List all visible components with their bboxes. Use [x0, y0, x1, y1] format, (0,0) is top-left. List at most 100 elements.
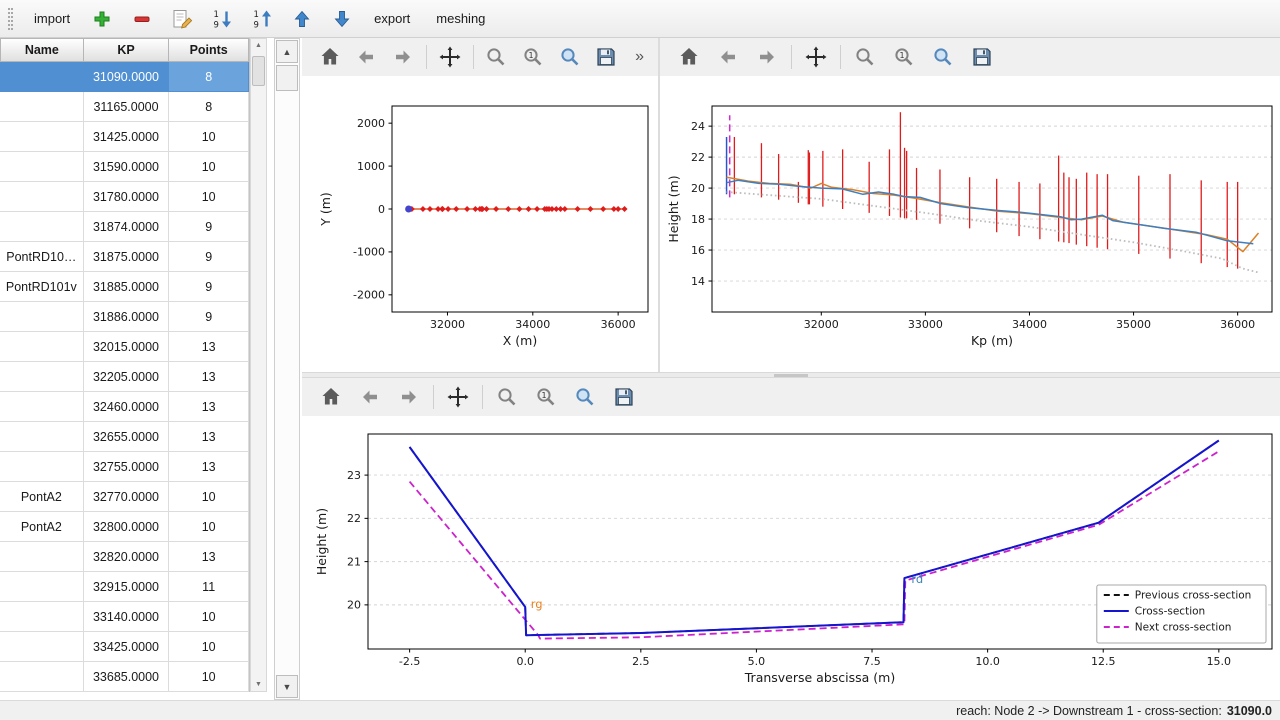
remove-button[interactable] [127, 4, 157, 34]
cell-name[interactable] [0, 392, 84, 422]
cell-kp[interactable]: 31780.0000 [84, 182, 170, 212]
table-row[interactable]: 31165.00008 [0, 92, 249, 122]
cell-name[interactable] [0, 362, 84, 392]
table-row[interactable]: 32205.000013 [0, 362, 249, 392]
cell-points[interactable]: 10 [169, 152, 249, 182]
table-row[interactable]: 32015.000013 [0, 332, 249, 362]
cell-points[interactable]: 9 [169, 212, 249, 242]
cell-name[interactable] [0, 452, 84, 482]
splitter-grip[interactable] [774, 374, 808, 377]
cell-kp[interactable]: 33140.0000 [84, 602, 170, 632]
cell-name[interactable] [0, 572, 84, 602]
sort-ascending-button[interactable]: 19 [247, 4, 277, 34]
table-row[interactable]: 32655.000013 [0, 422, 249, 452]
cell-kp[interactable]: 31874.0000 [84, 212, 170, 242]
cell-name[interactable] [0, 92, 84, 122]
zoom-button[interactable] [492, 382, 522, 412]
cell-kp[interactable]: 31590.0000 [84, 152, 170, 182]
cell-kp[interactable]: 31886.0000 [84, 302, 170, 332]
cell-points[interactable]: 10 [169, 662, 249, 692]
cell-name[interactable] [0, 662, 84, 692]
cell-name[interactable]: PontA2 [0, 482, 84, 512]
zoom-button[interactable] [850, 42, 880, 72]
panel-scrollbar-track[interactable] [275, 92, 299, 674]
forward-button[interactable] [389, 42, 417, 72]
save-button[interactable] [609, 382, 639, 412]
cell-points[interactable]: 10 [169, 482, 249, 512]
cell-kp[interactable]: 32755.0000 [84, 452, 170, 482]
cell-points[interactable]: 8 [169, 92, 249, 122]
table-row[interactable]: 33685.000010 [0, 662, 249, 692]
longitudinal-profile-canvas[interactable]: 3200033000340003500036000141618202224Kp … [660, 76, 1280, 372]
cell-kp[interactable]: 31885.0000 [84, 272, 170, 302]
back-button[interactable] [355, 382, 385, 412]
cell-points[interactable]: 13 [169, 332, 249, 362]
cell-points[interactable]: 10 [169, 632, 249, 662]
cell-kp[interactable]: 33685.0000 [84, 662, 170, 692]
table-row[interactable]: PontA232800.000010 [0, 512, 249, 542]
toolbar-overflow-button[interactable]: » [629, 48, 650, 66]
zoom-original-button[interactable]: 1 [531, 382, 561, 412]
column-header-name[interactable]: Name [0, 38, 84, 62]
cell-kp[interactable]: 32460.0000 [84, 392, 170, 422]
zoom-original-button[interactable]: 1 [889, 42, 919, 72]
table-scrollbar-thumb[interactable] [252, 56, 265, 86]
cell-points[interactable]: 13 [169, 422, 249, 452]
cell-points[interactable]: 9 [169, 242, 249, 272]
cell-points[interactable]: 11 [169, 572, 249, 602]
table-row[interactable]: 32460.000013 [0, 392, 249, 422]
table-row[interactable]: 31886.00009 [0, 302, 249, 332]
move-down-button[interactable] [327, 4, 357, 34]
forward-button[interactable] [394, 382, 424, 412]
forward-button[interactable] [752, 42, 782, 72]
table-row[interactable]: 31590.000010 [0, 152, 249, 182]
cell-name[interactable] [0, 122, 84, 152]
panel-scroll-down-button[interactable]: ▼ [276, 675, 298, 698]
add-button[interactable] [87, 4, 117, 34]
home-button[interactable] [316, 382, 346, 412]
cell-name[interactable] [0, 332, 84, 362]
table-row[interactable]: 33425.000010 [0, 632, 249, 662]
table-row[interactable]: 31874.00009 [0, 212, 249, 242]
cell-points[interactable]: 10 [169, 122, 249, 152]
column-header-points[interactable]: Points [169, 38, 249, 62]
cell-points[interactable]: 9 [169, 272, 249, 302]
table-row[interactable]: 31425.000010 [0, 122, 249, 152]
table-row[interactable]: PontRD10…31875.00009 [0, 242, 249, 272]
cell-kp[interactable]: 31875.0000 [84, 242, 170, 272]
cell-kp[interactable]: 31165.0000 [84, 92, 170, 122]
back-button[interactable] [353, 42, 381, 72]
cell-kp[interactable]: 31090.0000 [84, 62, 170, 92]
back-button[interactable] [713, 42, 743, 72]
home-button[interactable] [674, 42, 704, 72]
cell-name[interactable] [0, 212, 84, 242]
cell-name[interactable] [0, 542, 84, 572]
table-row[interactable]: 32755.000013 [0, 452, 249, 482]
cell-kp[interactable]: 32770.0000 [84, 482, 170, 512]
zoom-rect-button[interactable] [928, 42, 958, 72]
cell-points[interactable]: 10 [169, 512, 249, 542]
zoom-original-button[interactable]: 1 [519, 42, 547, 72]
cell-kp[interactable]: 32205.0000 [84, 362, 170, 392]
sort-descending-button[interactable]: 19 [207, 4, 237, 34]
cell-kp[interactable]: 32820.0000 [84, 542, 170, 572]
cell-name[interactable]: PontRD10… [0, 242, 84, 272]
cell-points[interactable]: 13 [169, 452, 249, 482]
save-button[interactable] [592, 42, 620, 72]
cell-name[interactable]: PontA2 [0, 512, 84, 542]
panel-scrollbar-thumb[interactable] [276, 65, 298, 91]
cell-points[interactable]: 9 [169, 302, 249, 332]
table-row[interactable]: 32820.000013 [0, 542, 249, 572]
toolbar-drag-handle[interactable] [8, 8, 13, 30]
column-header-kp[interactable]: KP [84, 38, 170, 62]
table-row[interactable]: 33140.000010 [0, 602, 249, 632]
cell-kp[interactable]: 32655.0000 [84, 422, 170, 452]
table-row[interactable]: PontRD101v31885.00009 [0, 272, 249, 302]
zoom-rect-button[interactable] [556, 42, 584, 72]
table-scroll-up-arrow[interactable]: ▲ [251, 39, 266, 52]
export-button[interactable]: export [365, 6, 419, 31]
pan-button[interactable] [436, 42, 464, 72]
move-up-button[interactable] [287, 4, 317, 34]
table-row[interactable]: 31780.000010 [0, 182, 249, 212]
panel-scrollbar[interactable]: ▲ ▼ [274, 38, 300, 700]
